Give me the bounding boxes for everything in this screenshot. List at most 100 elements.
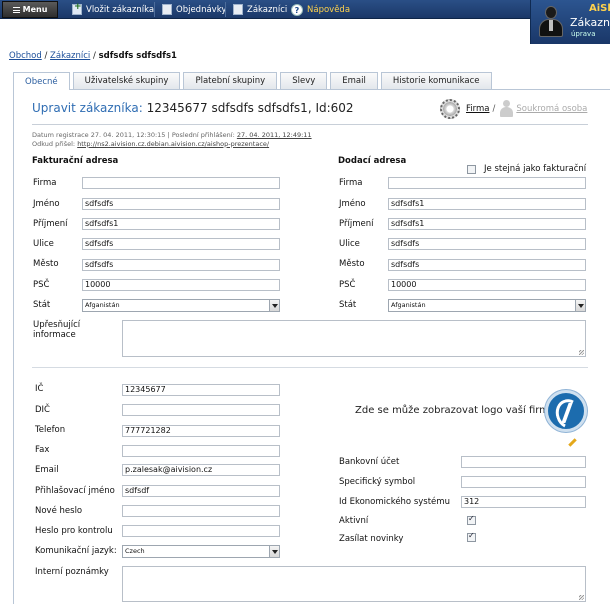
customer-type-private[interactable]: Soukromá osoba xyxy=(516,104,587,114)
menu-label: Menu xyxy=(22,5,48,14)
internal-notes-label: Interní poznámky xyxy=(35,567,109,577)
nav-add-customer[interactable]: Vložit zákazníka xyxy=(72,2,155,16)
billing-country-label: Stát xyxy=(33,300,51,310)
language-value: Czech xyxy=(125,547,145,555)
top-bar: Menu Vložit zákazníka Objednávky Zákazní… xyxy=(0,0,610,19)
password-confirm-input[interactable] xyxy=(122,525,280,537)
language-label: Komunikační jazyk: xyxy=(35,546,117,556)
nav-divider xyxy=(225,2,226,17)
billing-lastname-label: Příjmení xyxy=(33,219,68,229)
delivery-firstname-input[interactable]: sdfsdfs1 xyxy=(388,198,586,210)
company-gear-icon xyxy=(440,99,460,119)
delivery-country-label: Stát xyxy=(339,300,357,310)
new-password-input[interactable] xyxy=(122,505,280,517)
nav-label: Zákazníci xyxy=(247,4,288,15)
billing-street-input[interactable]: sdfsdfs xyxy=(82,238,280,250)
ic-input[interactable]: 12345677 xyxy=(122,384,280,396)
tab-email[interactable]: Email xyxy=(330,72,378,89)
user-avatar-icon xyxy=(538,4,564,38)
specific-symbol-input[interactable] xyxy=(461,476,586,488)
fax-input[interactable] xyxy=(122,445,280,457)
billing-street-label: Ulice xyxy=(33,239,54,249)
ic-label: IČ xyxy=(35,384,44,394)
page-title-label: Upravit zákazníka: xyxy=(32,101,143,115)
login-name-label: Přihlašovací jméno xyxy=(35,486,115,496)
tab-communication-history[interactable]: Historie komunikace xyxy=(380,72,492,89)
additional-info-textarea[interactable] xyxy=(122,320,586,357)
add-document-icon xyxy=(72,2,82,15)
breadcrumb-customers[interactable]: Zákazníci xyxy=(50,51,90,61)
section-divider xyxy=(32,367,588,368)
nav-help[interactable]: ? Nápověda xyxy=(291,3,350,16)
active-checkbox[interactable] xyxy=(467,514,476,525)
phone-input[interactable]: 777721282 xyxy=(122,425,280,437)
menu-button[interactable]: Menu xyxy=(2,1,58,18)
password-confirm-label: Heslo pro kontrolu xyxy=(35,526,113,536)
delivery-firstname-label: Jméno xyxy=(339,199,366,209)
breadcrumb-separator: / xyxy=(93,51,96,61)
email-input[interactable]: p.zalesak@aivision.cz xyxy=(122,464,280,476)
billing-zip-label: PSČ xyxy=(33,280,50,290)
billing-firstname-input[interactable]: sdfsdfs xyxy=(82,198,280,210)
tab-discounts[interactable]: Slevy xyxy=(280,72,328,89)
specific-symbol-label: Specifický symbol xyxy=(339,477,416,487)
billing-company-input[interactable] xyxy=(82,177,280,189)
newsletter-checkbox[interactable] xyxy=(467,531,476,542)
edit-pencil-icon[interactable] xyxy=(567,438,576,447)
billing-lastname-input[interactable]: sdfsdfs1 xyxy=(82,218,280,230)
economic-system-id-label: Id Ekonomického systému xyxy=(339,497,450,507)
nav-customers[interactable]: Zákazníci xyxy=(233,3,287,16)
active-label: Aktivní xyxy=(339,516,369,526)
additional-info-label-line1: Upřesňující xyxy=(33,320,81,330)
document-icon xyxy=(162,4,172,15)
breadcrumb-current: sdfsdfs sdfsdfs1 xyxy=(98,51,177,61)
person-icon xyxy=(499,100,514,118)
same-as-billing-checkbox[interactable] xyxy=(467,165,476,174)
delivery-lastname-input[interactable]: sdfsdfs1 xyxy=(388,218,586,230)
billing-firstname-label: Jméno xyxy=(33,199,60,209)
newsletter-label: Zasílat novinky xyxy=(339,534,404,544)
customer-type-switch: Firma / Soukromá osoba xyxy=(440,99,587,119)
nav-orders[interactable]: Objednávky xyxy=(162,3,226,16)
breadcrumb: Obchod / Zákazníci / sdfsdfs sdfsdfs1 xyxy=(9,51,177,61)
document-icon xyxy=(233,4,243,15)
nav-label: Objednávky xyxy=(176,4,227,15)
billing-country-select[interactable]: Afganistán xyxy=(82,299,280,312)
nav-label: Vložit zákazníka xyxy=(86,4,155,15)
tab-user-groups[interactable]: Uživatelské skupiny xyxy=(72,72,181,89)
chevron-down-icon xyxy=(269,546,279,557)
referrer-link[interactable]: http://ns2.aivision.cz.debian.aivision.c… xyxy=(77,140,269,148)
economic-system-id-input[interactable]: 312 xyxy=(461,496,586,508)
billing-title: Fakturační adresa xyxy=(32,156,119,166)
dic-label: DIČ xyxy=(35,405,50,415)
delivery-title: Dodací adresa xyxy=(338,156,407,166)
language-select[interactable]: Czech xyxy=(122,545,280,558)
phone-label: Telefon xyxy=(35,425,66,435)
dic-input[interactable] xyxy=(122,404,280,416)
internal-notes-textarea[interactable] xyxy=(122,566,586,602)
help-icon: ? xyxy=(291,3,303,16)
breadcrumb-shop[interactable]: Obchod xyxy=(9,51,42,61)
customer-type-separator: / xyxy=(492,104,496,114)
customer-type-company[interactable]: Firma xyxy=(466,104,489,114)
tab-payment-groups[interactable]: Platební skupiny xyxy=(183,72,278,89)
delivery-street-input[interactable]: sdfsdfs xyxy=(388,238,586,250)
billing-zip-input[interactable]: 10000 xyxy=(82,279,280,291)
login-name-input[interactable]: sdfsdf xyxy=(122,485,280,497)
delivery-city-input[interactable]: sdfsdfs xyxy=(388,259,586,271)
delivery-zip-input[interactable]: 10000 xyxy=(388,279,586,291)
nav-divider xyxy=(154,2,155,17)
tab-general[interactable]: Obecné xyxy=(13,72,70,90)
chevron-down-icon xyxy=(575,300,585,311)
logo-placeholder-text: Zde se může zobrazovat logo vaší firmy. xyxy=(355,405,557,416)
module-title: Zákazníci xyxy=(570,16,610,29)
billing-city-input[interactable]: sdfsdfs xyxy=(82,259,280,271)
customer-meta: Datum registrace 27. 04. 2011, 12:30:15 … xyxy=(32,131,312,148)
billing-city-label: Město xyxy=(33,259,59,269)
bank-account-input[interactable] xyxy=(461,456,586,468)
delivery-country-select[interactable]: Afganistán xyxy=(388,299,586,312)
resize-grip-icon[interactable] xyxy=(579,350,584,355)
delivery-company-input[interactable] xyxy=(388,177,586,189)
billing-company-label: Firma xyxy=(33,178,57,188)
resize-grip-icon[interactable] xyxy=(579,595,584,600)
